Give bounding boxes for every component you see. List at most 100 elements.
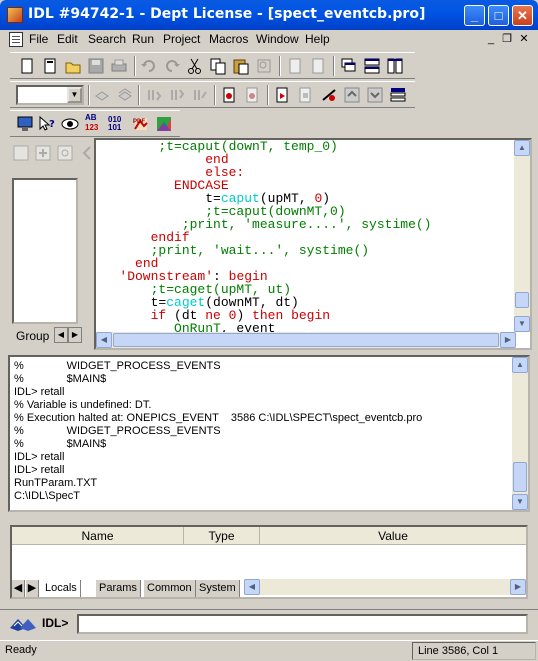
ab123-icon[interactable]: AB 123 [85,113,103,133]
cut-icon[interactable] [186,57,204,75]
scroll-down-arrow[interactable]: ▼ [512,494,528,510]
scroll-thumb[interactable] [515,292,529,308]
trace-down-icon[interactable] [366,86,384,104]
tab-locals[interactable]: Locals [42,580,81,597]
command-prompt: IDL> [42,616,69,630]
scroll-down-arrow[interactable]: ▼ [514,316,530,332]
breakpoint-icon[interactable] [221,86,239,104]
group-next-arrow[interactable]: ▶ [68,327,82,343]
scroll-right-arrow[interactable]: ▶ [510,579,526,595]
menu-edit[interactable]: Edit [57,32,78,46]
scroll-up-arrow[interactable]: ▲ [514,140,530,156]
step-over-icon[interactable] [168,86,186,104]
menu-file[interactable]: File [29,32,48,46]
variable-header: Name Type Value [12,527,526,545]
cascade-icon[interactable] [340,57,358,75]
monitor-icon[interactable] [16,115,34,133]
clear-breakpoints-icon[interactable] [244,86,262,104]
save-icon[interactable] [87,57,105,75]
paste-icon[interactable] [232,57,250,75]
minimize-button[interactable]: _ [464,5,485,26]
project-add-icon[interactable] [34,144,52,162]
indent-icon[interactable] [286,57,304,75]
scroll-thumb[interactable] [513,462,527,492]
editor-vertical-scrollbar[interactable]: ▲ ▼ [514,140,530,332]
mdi-restore-button[interactable]: ❐ [499,32,515,46]
copy-icon[interactable] [209,57,227,75]
tab-system[interactable]: System [196,580,240,597]
project-tree[interactable] [12,178,78,324]
binary-icon[interactable]: 010 101 [108,115,128,133]
num-text: 123 [85,123,99,132]
idl-app-icon[interactable] [7,7,23,23]
scroll-left-arrow[interactable]: ◀ [244,579,260,595]
menu-macros[interactable]: Macros [209,32,248,46]
mdi-close-button[interactable]: ✕ [516,32,532,46]
code-line[interactable]: OnRunT, event [96,322,516,332]
output-log[interactable]: % WIDGET_PROCESS_EVENTS% $MAIN$ IDL> reta… [8,355,530,512]
compile-icon[interactable] [93,86,111,104]
menu-search[interactable]: Search [88,32,126,46]
help-cursor-icon[interactable]: ? [38,115,56,133]
command-input[interactable] [77,614,528,634]
find-icon[interactable] [255,57,273,75]
hscroll-thumb[interactable] [113,333,499,347]
trace-up-icon[interactable] [343,86,361,104]
new-file-icon[interactable] [18,57,36,75]
palette-icon[interactable] [155,115,173,133]
group-label: Group [16,329,50,343]
step-out-icon[interactable] [191,86,209,104]
compile-all-icon[interactable] [116,86,134,104]
variable-horizontal-scrollbar[interactable]: ◀ ▶ [244,579,526,595]
column-type[interactable]: Type [184,527,260,545]
column-name[interactable]: Name [12,527,184,545]
run-icon[interactable] [274,86,292,104]
code-editor[interactable]: ;t=caput(downT, temp_0) end else: ENDCAS… [94,138,532,350]
output-line: IDL> retall [14,464,65,476]
code-area[interactable]: ;t=caput(downT, temp_0) end else: ENDCAS… [96,140,516,332]
editor-horizontal-scrollbar[interactable]: ◀ ▶ [96,332,516,348]
tab-params[interactable]: Params [96,580,141,597]
reset-icon[interactable] [320,86,338,104]
toolbar-file [10,52,415,79]
menu-help[interactable]: Help [305,32,330,46]
output-line: % WIDGET_PROCESS_EVENTS [14,425,221,437]
close-button[interactable]: ✕ [512,5,533,26]
tab-scroll-right[interactable]: ▶ [26,580,39,597]
maximize-button[interactable]: □ [488,5,509,26]
group-prev-arrow[interactable]: ◀ [54,327,68,343]
undo-icon[interactable] [140,57,158,75]
project-tool-icon[interactable] [12,144,30,162]
profile-icon[interactable] [389,86,407,104]
print-icon[interactable] [110,57,128,75]
menu-run[interactable]: Run [132,32,154,46]
menu-project[interactable]: Project [163,32,200,46]
scroll-left-arrow[interactable]: ◀ [96,332,112,348]
scroll-right-arrow[interactable]: ▶ [500,332,516,348]
tile-vertical-icon[interactable] [386,57,404,75]
document-icon[interactable] [9,32,23,47]
output-vertical-scrollbar[interactable]: ▲ ▼ [512,357,528,510]
open-icon[interactable] [64,57,82,75]
project-panel: Group ◀ ▶ [8,138,94,348]
code-line[interactable]: ;print, 'wait...', systime() [96,244,516,257]
eye-icon[interactable] [61,115,79,133]
column-value[interactable]: Value [260,527,526,545]
stop-icon[interactable] [297,86,315,104]
code-token: OnRunT [174,321,221,332]
project-remove-icon[interactable] [56,144,74,162]
step-into-icon[interactable] [145,86,163,104]
output-line: IDL> retall [14,451,65,463]
tab-scroll-left[interactable]: ◀ [12,580,25,597]
mdi-minimize-button[interactable]: _ [483,32,499,46]
build-combo[interactable]: ▼ [16,85,84,105]
scroll-up-arrow[interactable]: ▲ [512,357,528,373]
tab-common[interactable]: Common [144,580,196,597]
redo-icon[interactable] [163,57,181,75]
tile-horizontal-icon[interactable] [363,57,381,75]
menu-window[interactable]: Window [256,32,299,46]
outdent-icon[interactable] [309,57,327,75]
new-doc-icon[interactable] [41,57,59,75]
pdf-icon[interactable]: PDF [132,115,150,133]
chevron-down-icon[interactable]: ▼ [67,87,82,103]
